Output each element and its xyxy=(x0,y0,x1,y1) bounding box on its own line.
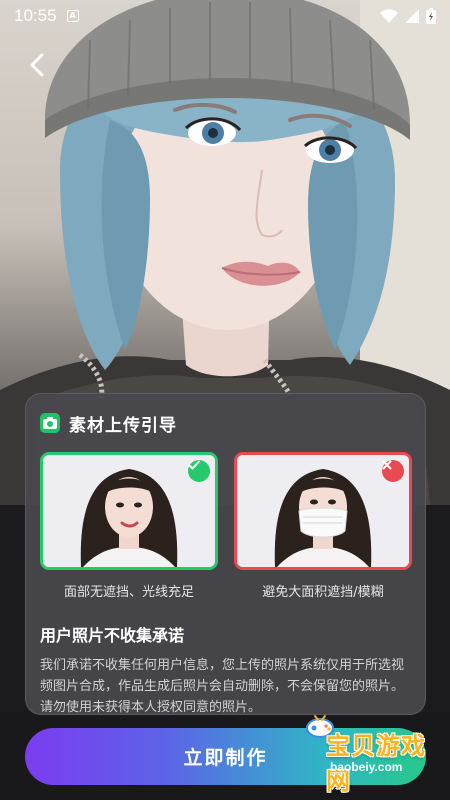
watermark-url: baobeiy.com xyxy=(330,760,403,774)
watermark: 宝贝游戏网 baobeiy.com xyxy=(300,712,440,795)
check-icon xyxy=(188,460,210,482)
card-header: 素材上传引导 xyxy=(40,410,411,436)
wifi-icon xyxy=(380,9,398,23)
back-button[interactable] xyxy=(22,50,52,80)
status-time: 10:55 xyxy=(14,6,57,25)
upload-guide-card: 素材上传引导 面部无遮挡、光线充足 避免大面积遮挡/模糊 用户照片不收集承诺 我… xyxy=(25,393,426,715)
bad-example-caption: 避免大面积遮挡/模糊 xyxy=(262,585,384,600)
close-icon xyxy=(382,460,404,482)
status-bar: 10:55 A xyxy=(0,0,450,32)
notification-a-icon: A xyxy=(66,10,79,22)
card-title: 素材上传引导 xyxy=(69,415,177,436)
privacy-text: 我们承诺不收集任何用户信息，您上传的照片系统仅用于所选视频图片合成，作品生成后照… xyxy=(40,658,405,715)
camera-icon xyxy=(40,413,60,433)
bad-example-image xyxy=(234,452,412,570)
chevron-left-icon xyxy=(30,53,44,77)
signal-icon xyxy=(405,9,419,23)
good-example-caption: 面部无遮挡、光线充足 xyxy=(63,585,194,600)
sample-examples: 面部无遮挡、光线充足 避免大面积遮挡/模糊 xyxy=(40,452,412,600)
good-example: 面部无遮挡、光线充足 xyxy=(40,452,218,600)
bad-example: 避免大面积遮挡/模糊 xyxy=(234,452,412,600)
privacy-title: 用户照片不收集承诺 xyxy=(40,626,185,645)
battery-icon xyxy=(426,8,436,24)
good-example-image xyxy=(40,452,218,570)
